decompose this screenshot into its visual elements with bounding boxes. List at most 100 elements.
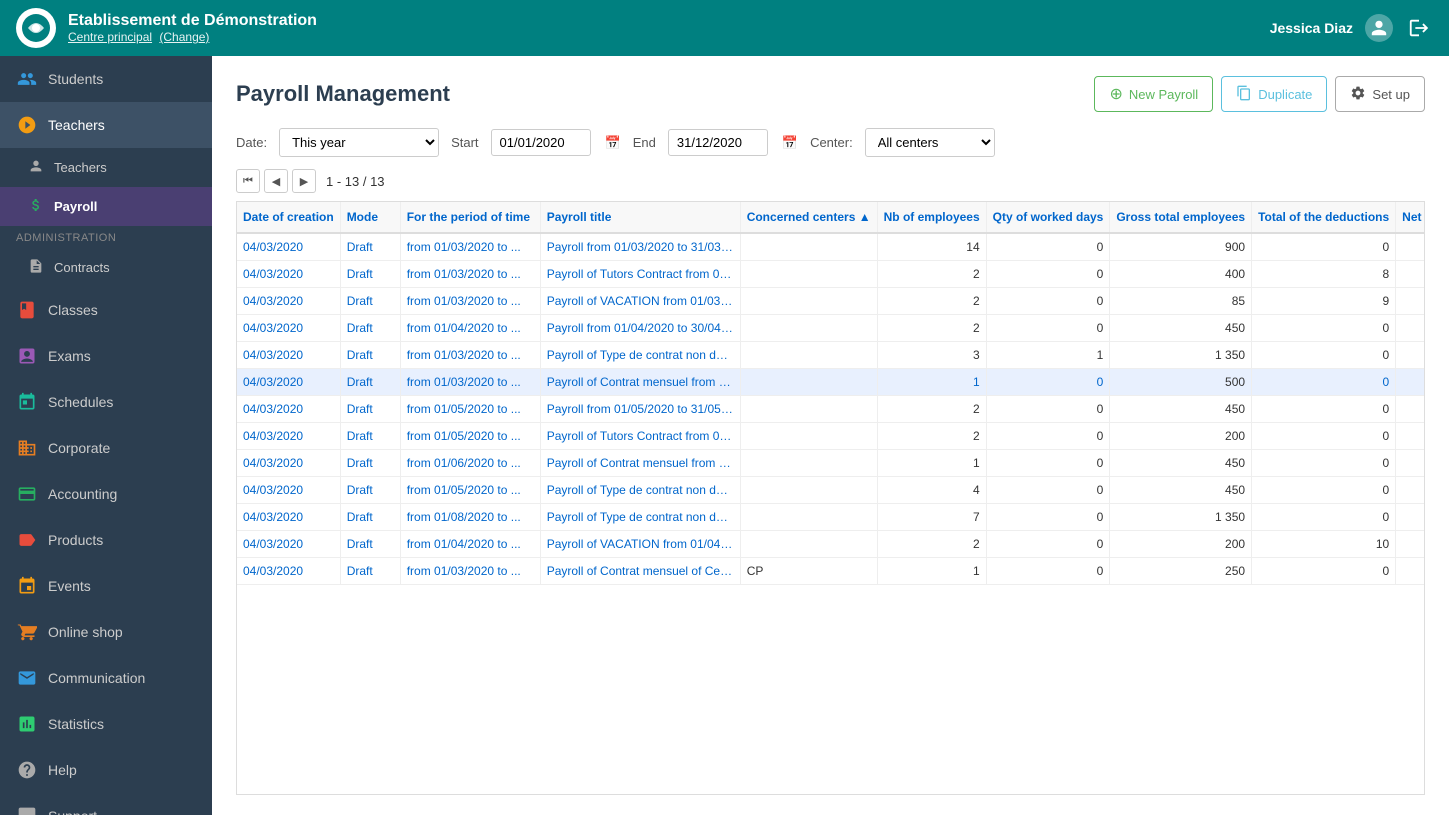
table-row[interactable]: 04/03/2020Draftfrom 01/05/2020 to ...Pay… — [237, 423, 1425, 450]
end-date-input[interactable] — [668, 129, 768, 156]
sidebar-label-online-shop: Online shop — [48, 624, 123, 640]
table-cell — [740, 423, 877, 450]
table-row[interactable]: 04/03/2020Draftfrom 01/03/2020 to ...Pay… — [237, 261, 1425, 288]
table-cell: 04/03/2020 — [237, 477, 340, 504]
table-cell: 900 — [1110, 233, 1252, 261]
new-payroll-button[interactable]: ⊕ New Payroll — [1094, 76, 1213, 112]
table-cell: 04/03/2020 — [237, 233, 340, 261]
sidebar-item-schedules[interactable]: Schedules — [0, 379, 212, 425]
setup-button[interactable]: Set up — [1335, 76, 1425, 112]
table-row[interactable]: 04/03/2020Draftfrom 01/03/2020 to ...Pay… — [237, 342, 1425, 369]
table-cell: 76 — [1396, 288, 1425, 315]
duplicate-button[interactable]: Duplicate — [1221, 76, 1327, 112]
table-cell: 500 — [1396, 369, 1425, 396]
table-row[interactable]: 04/03/2020Draftfrom 01/08/2020 to ...Pay… — [237, 504, 1425, 531]
products-icon — [16, 529, 38, 551]
table-cell: Payroll from 01/04/2020 to 30/04/20 — [540, 315, 740, 342]
page-prev-btn[interactable]: ◀ — [264, 169, 288, 193]
table-cell: Draft — [340, 477, 400, 504]
table-row[interactable]: 04/03/2020Draftfrom 01/04/2020 to ...Pay… — [237, 315, 1425, 342]
table-cell: 450 — [1110, 396, 1252, 423]
sidebar-item-communication[interactable]: Communication — [0, 655, 212, 701]
table-row[interactable]: 04/03/2020Draftfrom 01/03/2020 to ...Pay… — [237, 233, 1425, 261]
main-layout: Students Teachers Teachers Payroll Admin… — [0, 56, 1449, 815]
table-cell: 14 — [877, 233, 986, 261]
page-first-btn[interactable]: ⏮ — [236, 169, 260, 193]
sidebar-sublabel-contracts: Contracts — [54, 260, 110, 275]
sidebar-subitem-contracts[interactable]: Contracts — [0, 248, 212, 287]
table-cell: 0 — [986, 504, 1110, 531]
table-cell: 0 — [986, 477, 1110, 504]
table-cell: from 01/03/2020 to ... — [400, 233, 540, 261]
action-buttons: ⊕ New Payroll Duplicate Set up — [1094, 76, 1425, 112]
sidebar-item-online-shop[interactable]: Online shop — [0, 609, 212, 655]
start-date-input[interactable] — [491, 129, 591, 156]
table-cell: CP — [740, 558, 877, 585]
table-cell: from 01/05/2020 to ... — [400, 396, 540, 423]
table-row[interactable]: 04/03/2020Draftfrom 01/04/2020 to ...Pay… — [237, 531, 1425, 558]
sidebar-item-help[interactable]: Help — [0, 747, 212, 793]
table-cell: 250 — [1396, 558, 1425, 585]
payroll-table: Date of creation Mode For the period of … — [237, 202, 1425, 585]
table-cell: Draft — [340, 233, 400, 261]
end-calendar-icon[interactable]: 📅 — [782, 135, 798, 151]
table-row[interactable]: 04/03/2020Draftfrom 01/03/2020 to ...Pay… — [237, 558, 1425, 585]
sidebar-subitem-teachers[interactable]: Teachers — [0, 148, 212, 187]
col-title[interactable]: Payroll title — [540, 202, 740, 233]
sidebar-item-exams[interactable]: Exams — [0, 333, 212, 379]
center-filter-select[interactable]: All centers CP — [865, 128, 995, 157]
table-row[interactable]: 04/03/2020Draftfrom 01/03/2020 to ...Pay… — [237, 369, 1425, 396]
sidebar-item-products[interactable]: Products — [0, 517, 212, 563]
pagination-info: 1 - 13 / 13 — [326, 174, 385, 189]
logout-icon[interactable] — [1405, 14, 1433, 42]
sidebar-label-accounting: Accounting — [48, 486, 117, 502]
col-nb-employees[interactable]: Nb of employees — [877, 202, 986, 233]
table-cell: Payroll of VACATION from 01/04/202 — [540, 531, 740, 558]
sidebar-item-accounting[interactable]: Accounting — [0, 471, 212, 517]
col-date-creation[interactable]: Date of creation — [237, 202, 340, 233]
sidebar-item-support[interactable]: Support — [0, 793, 212, 815]
col-mode[interactable]: Mode — [340, 202, 400, 233]
table-row[interactable]: 04/03/2020Draftfrom 01/06/2020 to ...Pay… — [237, 450, 1425, 477]
table-cell: Payroll of VACATION from 01/03/202 — [540, 288, 740, 315]
table-cell: 450 — [1110, 315, 1252, 342]
col-qty-days[interactable]: Qty of worked days — [986, 202, 1110, 233]
sidebar-item-events[interactable]: Events — [0, 563, 212, 609]
start-calendar-icon[interactable]: 📅 — [605, 135, 621, 151]
org-name: Etablissement de Démonstration — [68, 12, 1270, 30]
sidebar-subitem-payroll[interactable]: Payroll — [0, 187, 212, 226]
table-cell — [740, 369, 877, 396]
payroll-table-container: Date of creation Mode For the period of … — [236, 201, 1425, 795]
col-deductions[interactable]: Total of the deductions — [1252, 202, 1396, 233]
sidebar-item-classes[interactable]: Classes — [0, 287, 212, 333]
sidebar-item-teachers-group[interactable]: Teachers — [0, 102, 212, 148]
table-cell: 04/03/2020 — [237, 504, 340, 531]
help-icon — [16, 759, 38, 781]
table-cell: 0 — [1252, 233, 1396, 261]
user-avatar[interactable] — [1365, 14, 1393, 42]
table-row[interactable]: 04/03/2020Draftfrom 01/03/2020 to ...Pay… — [237, 288, 1425, 315]
table-cell: 1 350 — [1396, 342, 1425, 369]
table-cell: 0 — [986, 450, 1110, 477]
col-gross[interactable]: Gross total employees — [1110, 202, 1252, 233]
col-centers[interactable]: Concerned centers ▲ — [740, 202, 877, 233]
table-cell: 04/03/2020 — [237, 342, 340, 369]
table-cell — [740, 315, 877, 342]
table-cell: 392 — [1396, 261, 1425, 288]
col-period[interactable]: For the period of time — [400, 202, 540, 233]
table-cell: 1 — [877, 369, 986, 396]
org-info: Etablissement de Démonstration Centre pr… — [68, 12, 1270, 44]
sidebar-label-support: Support — [48, 808, 97, 815]
table-cell — [740, 288, 877, 315]
col-net[interactable]: Net total employees — [1396, 202, 1425, 233]
sidebar-sublabel-teachers: Teachers — [54, 160, 107, 175]
table-cell: 0 — [986, 233, 1110, 261]
table-row[interactable]: 04/03/2020Draftfrom 01/05/2020 to ...Pay… — [237, 477, 1425, 504]
page-next-btn[interactable]: ▶ — [292, 169, 316, 193]
table-row[interactable]: 04/03/2020Draftfrom 01/05/2020 to ...Pay… — [237, 396, 1425, 423]
sidebar-item-statistics[interactable]: Statistics — [0, 701, 212, 747]
sidebar-item-corporate[interactable]: Corporate — [0, 425, 212, 471]
sidebar-item-students[interactable]: Students — [0, 56, 212, 102]
org-change-link[interactable]: (Change) — [159, 30, 209, 44]
date-filter-select[interactable]: This year Last year Custom — [279, 128, 439, 157]
